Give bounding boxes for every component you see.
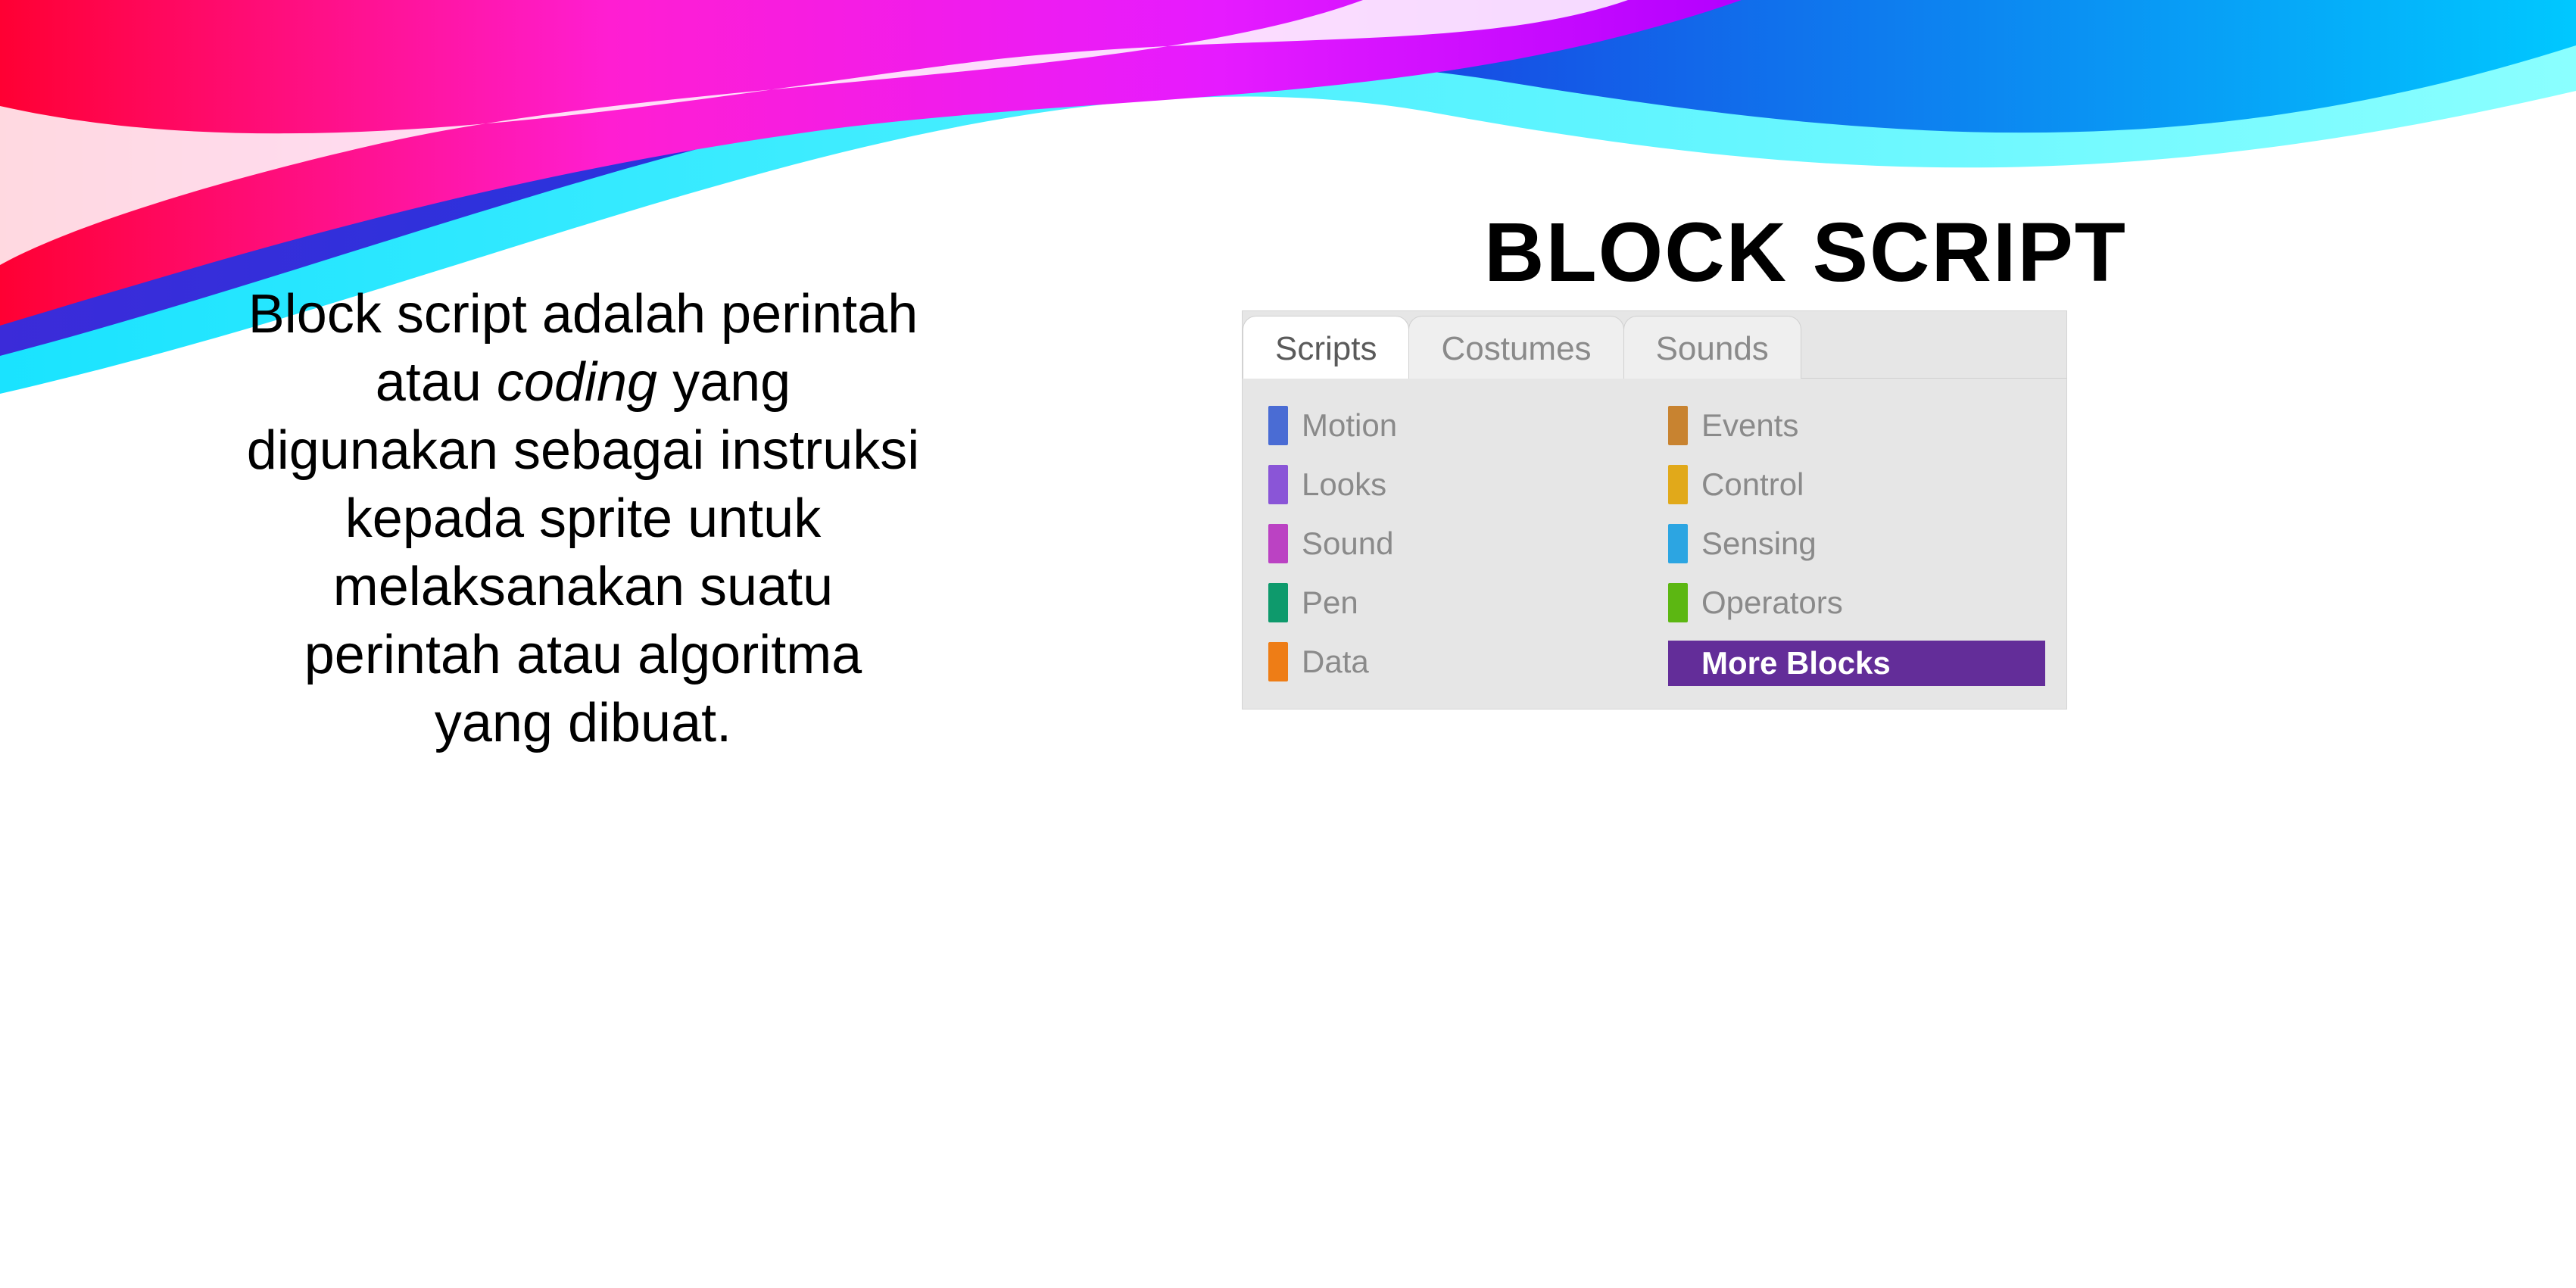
motion-label: Motion [1302,407,1397,444]
operators-swatch [1668,583,1688,622]
control-swatch [1668,465,1688,504]
control-label: Control [1701,466,1804,503]
pen-label: Pen [1302,585,1358,621]
category-pen[interactable]: Pen [1268,582,1645,624]
category-grid: Motion Events Looks Control Sound Sensin… [1243,379,2066,709]
sound-swatch [1268,524,1288,563]
category-motion[interactable]: Motion [1268,404,1645,447]
sensing-label: Sensing [1701,525,1817,562]
scratch-palette: Scripts Costumes Sounds Motion Events Lo… [1242,310,2067,709]
looks-swatch [1268,465,1288,504]
category-data[interactable]: Data [1268,641,1645,683]
body-text-italic: coding [497,352,657,413]
more-blocks-swatch [1668,644,1688,683]
tab-strip-fill [1801,316,2066,379]
more-blocks-label: More Blocks [1701,645,1891,681]
category-operators[interactable]: Operators [1668,582,2045,624]
tab-sounds[interactable]: Sounds [1623,316,1801,379]
category-control[interactable]: Control [1668,463,2045,506]
looks-label: Looks [1302,466,1386,503]
slide-body: Block script adalah perintah atau coding… [242,280,924,757]
data-label: Data [1302,644,1369,680]
category-sound[interactable]: Sound [1268,522,1645,565]
category-events[interactable]: Events [1668,404,2045,447]
events-swatch [1668,406,1688,445]
tab-costumes[interactable]: Costumes [1408,316,1623,379]
sound-label: Sound [1302,525,1393,562]
category-looks[interactable]: Looks [1268,463,1645,506]
motion-swatch [1268,406,1288,445]
category-sensing[interactable]: Sensing [1668,522,2045,565]
operators-label: Operators [1701,585,1843,621]
tab-scripts[interactable]: Scripts [1243,316,1409,379]
sensing-swatch [1668,524,1688,563]
data-swatch [1268,642,1288,681]
category-more-blocks[interactable]: More Blocks [1668,641,2045,686]
events-label: Events [1701,407,1798,444]
slide-title: BLOCK SCRIPT [1484,204,2127,301]
palette-tabs: Scripts Costumes Sounds [1243,311,2066,379]
pen-swatch [1268,583,1288,622]
slide: BLOCK SCRIPT Block script adalah perinta… [0,0,2576,1288]
